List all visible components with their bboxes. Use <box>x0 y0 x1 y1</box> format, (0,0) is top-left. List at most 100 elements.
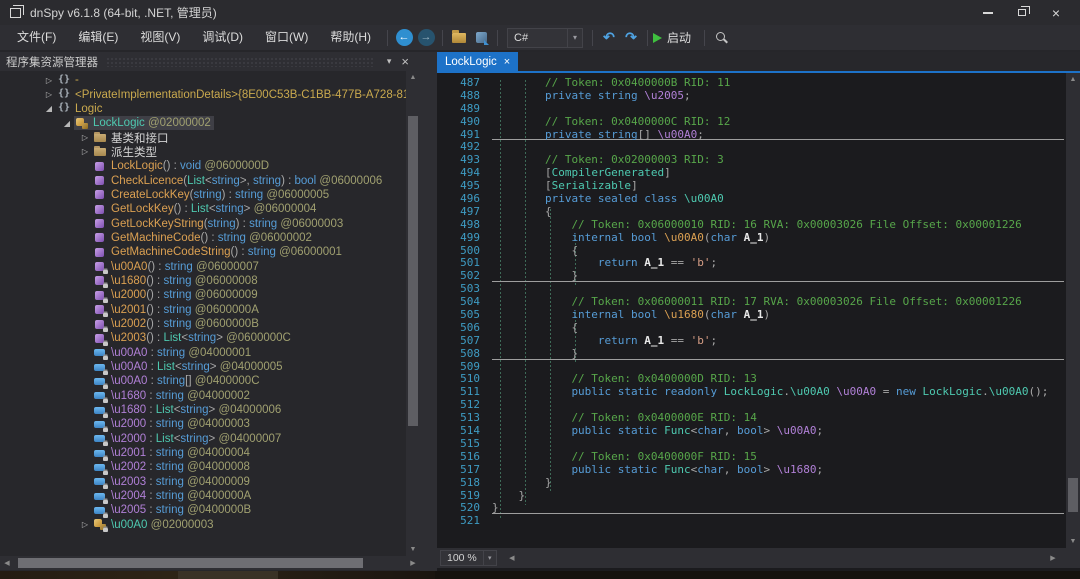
language-combobox[interactable]: C# ▾ <box>507 28 583 48</box>
tree-item[interactable]: ▷\u00A0 @02000003 <box>0 518 406 532</box>
redo-button[interactable]: ↷ <box>620 28 642 48</box>
open-file-button[interactable] <box>448 28 470 48</box>
lock-badge-icon <box>103 371 108 375</box>
toolbar-separator <box>497 30 498 46</box>
tree-item[interactable]: \u2001 : string @04000004 <box>0 446 406 460</box>
tab-locklogic[interactable]: LockLogic × <box>437 52 518 71</box>
tree-item[interactable]: \u2003 : string @04000009 <box>0 475 406 489</box>
tree-item[interactable]: \u2004 : string @0400000A <box>0 489 406 503</box>
scroll-right-icon[interactable]: ▶ <box>406 559 420 567</box>
menu-item[interactable]: 窗口(W) <box>254 25 319 50</box>
tree-item-label: - <box>75 74 79 86</box>
navigate-back-button[interactable]: ← <box>393 28 415 48</box>
tree-item-label: LockLogic @02000002 <box>93 117 211 129</box>
panel-splitter[interactable] <box>420 52 437 571</box>
tree-item[interactable]: \u1680() : string @06000008 <box>0 274 406 288</box>
panel-menu-chevron-icon[interactable]: ▾ <box>382 56 397 67</box>
menu-item[interactable]: 帮助(H) <box>319 25 382 50</box>
lock-badge-icon <box>103 270 108 274</box>
tree-item[interactable]: ▷派生类型 <box>0 145 406 159</box>
code-vscroll-thumb[interactable] <box>1068 478 1078 512</box>
scroll-left-icon[interactable]: ◀ <box>0 559 14 567</box>
tree-item[interactable]: CheckLicence(List<string>, string) : boo… <box>0 173 406 187</box>
expander-collapsed-icon[interactable]: ▷ <box>42 90 56 99</box>
menu-item[interactable]: 视图(V) <box>129 25 191 50</box>
tab-close-icon[interactable]: × <box>504 57 510 67</box>
line-number: 501 <box>437 256 480 269</box>
line-number: 511 <box>437 385 480 398</box>
tree-item[interactable]: \u2000 : string @04000003 <box>0 417 406 431</box>
field-icon <box>93 461 108 474</box>
tree-item[interactable]: \u1680 : string @04000002 <box>0 389 406 403</box>
scroll-left-icon[interactable]: ◀ <box>505 554 519 562</box>
tree-item[interactable]: ▷基类和接口 <box>0 130 406 144</box>
tree-item[interactable]: \u2005 : string @0400000B <box>0 503 406 517</box>
line-number: 493 <box>437 153 480 166</box>
scroll-up-icon[interactable]: ▲ <box>406 71 420 84</box>
tree-item[interactable]: LockLogic() : void @0600000D <box>0 159 406 173</box>
search-button[interactable] <box>710 28 732 48</box>
menu-item[interactable]: 编辑(E) <box>67 25 129 50</box>
code-line: 515 <box>437 437 1064 450</box>
tree-horizontal-scrollbar[interactable]: ◀ ▶ <box>0 556 420 570</box>
tree-item[interactable]: \u00A0 : List<string> @04000005 <box>0 360 406 374</box>
code-line: 497{ <box>437 205 1064 218</box>
tree-item[interactable]: \u00A0() : string @06000007 <box>0 259 406 273</box>
panel-close-icon[interactable]: × <box>396 54 414 69</box>
tree-item[interactable]: \u2002() : string @0600000B <box>0 317 406 331</box>
expander-collapsed-icon[interactable]: ▷ <box>78 133 92 142</box>
scroll-down-icon[interactable]: ▼ <box>406 543 420 556</box>
method-icon <box>93 174 108 187</box>
tree-item[interactable]: ◢ LockLogic @02000002 <box>0 116 406 130</box>
field-icon <box>93 475 108 488</box>
tree-item[interactable]: \u2002 : string @04000008 <box>0 460 406 474</box>
chevron-down-icon[interactable]: ▾ <box>567 29 582 47</box>
tree-item[interactable]: \u1680 : List<string> @04000006 <box>0 403 406 417</box>
navigate-forward-button[interactable]: → <box>415 28 437 48</box>
expander-expanded-icon[interactable]: ◢ <box>60 119 74 128</box>
tree-item[interactable]: \u00A0 : string[] @0400000C <box>0 374 406 388</box>
expander-expanded-icon[interactable]: ◢ <box>42 104 56 113</box>
field-icon <box>93 432 108 445</box>
tree-item[interactable]: \u2000 : List<string> @04000007 <box>0 432 406 446</box>
tree-item[interactable]: \u00A0 : string @04000001 <box>0 346 406 360</box>
expander-collapsed-icon[interactable]: ▷ <box>78 147 92 156</box>
field-icon <box>93 490 108 503</box>
expander-collapsed-icon[interactable]: ▷ <box>42 76 56 85</box>
start-debug-button[interactable]: 启动 <box>653 29 699 46</box>
tree-hscroll-thumb[interactable] <box>18 558 363 568</box>
scroll-right-icon[interactable]: ▶ <box>1046 554 1060 562</box>
code-line: 487// Token: 0x0400000B RID: 11 <box>437 76 1064 89</box>
tree-item[interactable]: GetMachineCodeString() : string @0600000… <box>0 245 406 259</box>
tree-item[interactable]: \u2000() : string @06000009 <box>0 288 406 302</box>
scroll-up-icon[interactable]: ▲ <box>1066 73 1080 86</box>
tree-item[interactable]: GetLockKeyString(string) : string @06000… <box>0 216 406 230</box>
tree-item[interactable]: GetLockKey() : List<string> @06000004 <box>0 202 406 216</box>
tree-vertical-scrollbar[interactable]: ▲ ▼ <box>406 71 420 556</box>
close-button[interactable]: × <box>1046 5 1066 21</box>
code-vertical-scrollbar[interactable]: ▲ ▼ <box>1066 73 1080 548</box>
tree-item[interactable]: ▷<PrivateImplementationDetails>{8E00C53B… <box>0 87 406 101</box>
tree-item[interactable]: \u2003() : List<string> @0600000C <box>0 331 406 345</box>
line-number: 519 <box>437 489 480 502</box>
minimize-button[interactable] <box>978 5 998 21</box>
expander-collapsed-icon[interactable]: ▷ <box>78 520 92 529</box>
tree-item-label: \u2001 : string @04000004 <box>111 447 250 459</box>
tree-item-label: \u2003 : string @04000009 <box>111 476 250 488</box>
restore-button[interactable] <box>1012 5 1032 21</box>
tree-item[interactable]: ▷- <box>0 73 406 87</box>
tree-item[interactable]: \u2001() : string @0600000A <box>0 303 406 317</box>
line-number: 517 <box>437 463 480 476</box>
menu-item[interactable]: 文件(F) <box>6 25 67 50</box>
menu-item[interactable]: 调试(D) <box>191 25 254 50</box>
tree-vscroll-thumb[interactable] <box>408 116 418 426</box>
scroll-down-icon[interactable]: ▼ <box>1066 535 1080 548</box>
tree-item[interactable]: GetMachineCode() : string @06000002 <box>0 231 406 245</box>
save-module-button[interactable] <box>470 28 492 48</box>
tree-item[interactable]: CreateLockKey(string) : string @06000005 <box>0 188 406 202</box>
undo-button[interactable]: ↶ <box>598 28 620 48</box>
tree-item[interactable]: ◢Logic <box>0 102 406 116</box>
chevron-down-icon[interactable]: ▾ <box>483 551 496 565</box>
code-horizontal-scrollbar[interactable]: ◀ ▶ <box>505 551 1060 565</box>
zoom-combobox[interactable]: 100 % ▾ <box>440 550 497 566</box>
